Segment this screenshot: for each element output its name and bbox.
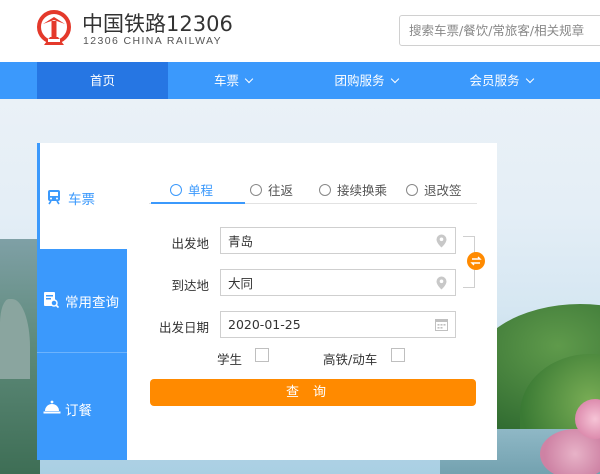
student-label: 学生 — [217, 352, 243, 367]
brand-subtitle: 12306 CHINA RAILWAY — [83, 35, 223, 47]
side-tab-label: 订餐 — [65, 403, 92, 419]
document-search-icon — [44, 292, 59, 309]
nav-item-label: 首页 — [89, 73, 115, 88]
swap-stations-button[interactable] — [467, 252, 485, 270]
trip-type-label: 往返 — [268, 183, 294, 198]
main-nav: 首页 车票 团购服务 会员服务 — [0, 62, 600, 99]
from-label: 出发地 — [171, 236, 209, 251]
cloche-icon — [43, 400, 61, 414]
departure-date-input[interactable] — [221, 312, 455, 337]
date-label: 出发日期 — [158, 320, 209, 335]
location-pin-icon — [436, 234, 447, 248]
query-button[interactable]: 查询 — [150, 379, 476, 406]
trip-type-refund-change[interactable]: 退改签 — [406, 180, 462, 199]
nav-item-member-services[interactable]: 会员服务 — [436, 62, 566, 99]
chevron-down-icon — [525, 74, 534, 84]
nav-item-tickets[interactable]: 车票 — [168, 62, 298, 99]
to-station-input[interactable] — [221, 270, 455, 295]
side-tab-label: 常用查询 — [65, 295, 119, 311]
list-circle-icon — [406, 184, 418, 196]
to-field — [220, 269, 456, 296]
nav-item-home[interactable]: 首页 — [37, 62, 168, 99]
trip-type-transfer[interactable]: 接续换乘 — [319, 180, 387, 199]
nav-item-label: 会员服务 — [469, 73, 520, 88]
trip-type-label: 单程 — [188, 183, 214, 198]
nav-item-label: 团购服务 — [334, 73, 385, 88]
date-field — [220, 311, 456, 338]
minus-circle-icon — [170, 184, 182, 196]
chevron-down-icon — [244, 74, 254, 84]
active-tab-indicator — [151, 202, 245, 204]
from-field — [220, 227, 456, 254]
location-pin-icon — [436, 276, 447, 290]
nav-item-group-services[interactable]: 团购服务 — [300, 62, 432, 99]
trip-type-one-way[interactable]: 单程 — [170, 180, 213, 199]
search-input[interactable] — [400, 16, 600, 45]
side-tab-tickets[interactable]: 车票 — [37, 143, 127, 249]
calendar-icon[interactable] — [435, 318, 448, 331]
header: 中国铁路12306 12306 CHINA RAILWAY — [0, 0, 600, 62]
side-tab-common-queries[interactable]: 常用查询 — [37, 249, 127, 353]
side-tab-meal-order[interactable]: 订餐 — [37, 353, 127, 460]
highspeed-checkbox[interactable] — [391, 348, 405, 362]
ticket-search-panel: 单程 往返 接续换乘 退改签 出发地 到达地 出发日期 — [127, 143, 497, 460]
railway-logo-icon[interactable] — [35, 10, 73, 48]
cycle-circle-icon — [319, 184, 331, 196]
student-checkbox[interactable] — [255, 348, 269, 362]
trip-type-round-trip[interactable]: 往返 — [250, 180, 293, 199]
equals-circle-icon — [250, 184, 262, 196]
chevron-down-icon — [390, 74, 399, 84]
highspeed-label: 高铁/动车 — [323, 352, 378, 367]
trip-type-label: 接续换乘 — [337, 183, 388, 198]
from-station-input[interactable] — [221, 228, 455, 253]
swap-arrows-icon — [470, 256, 482, 266]
nav-item-label: 车票 — [213, 73, 239, 88]
brand-title[interactable]: 中国铁路12306 — [82, 8, 233, 38]
train-icon — [48, 190, 60, 205]
side-tab-label: 车票 — [68, 192, 95, 208]
site-search — [399, 15, 600, 46]
trip-type-label: 退改签 — [424, 183, 462, 198]
to-label: 到达地 — [171, 278, 209, 293]
